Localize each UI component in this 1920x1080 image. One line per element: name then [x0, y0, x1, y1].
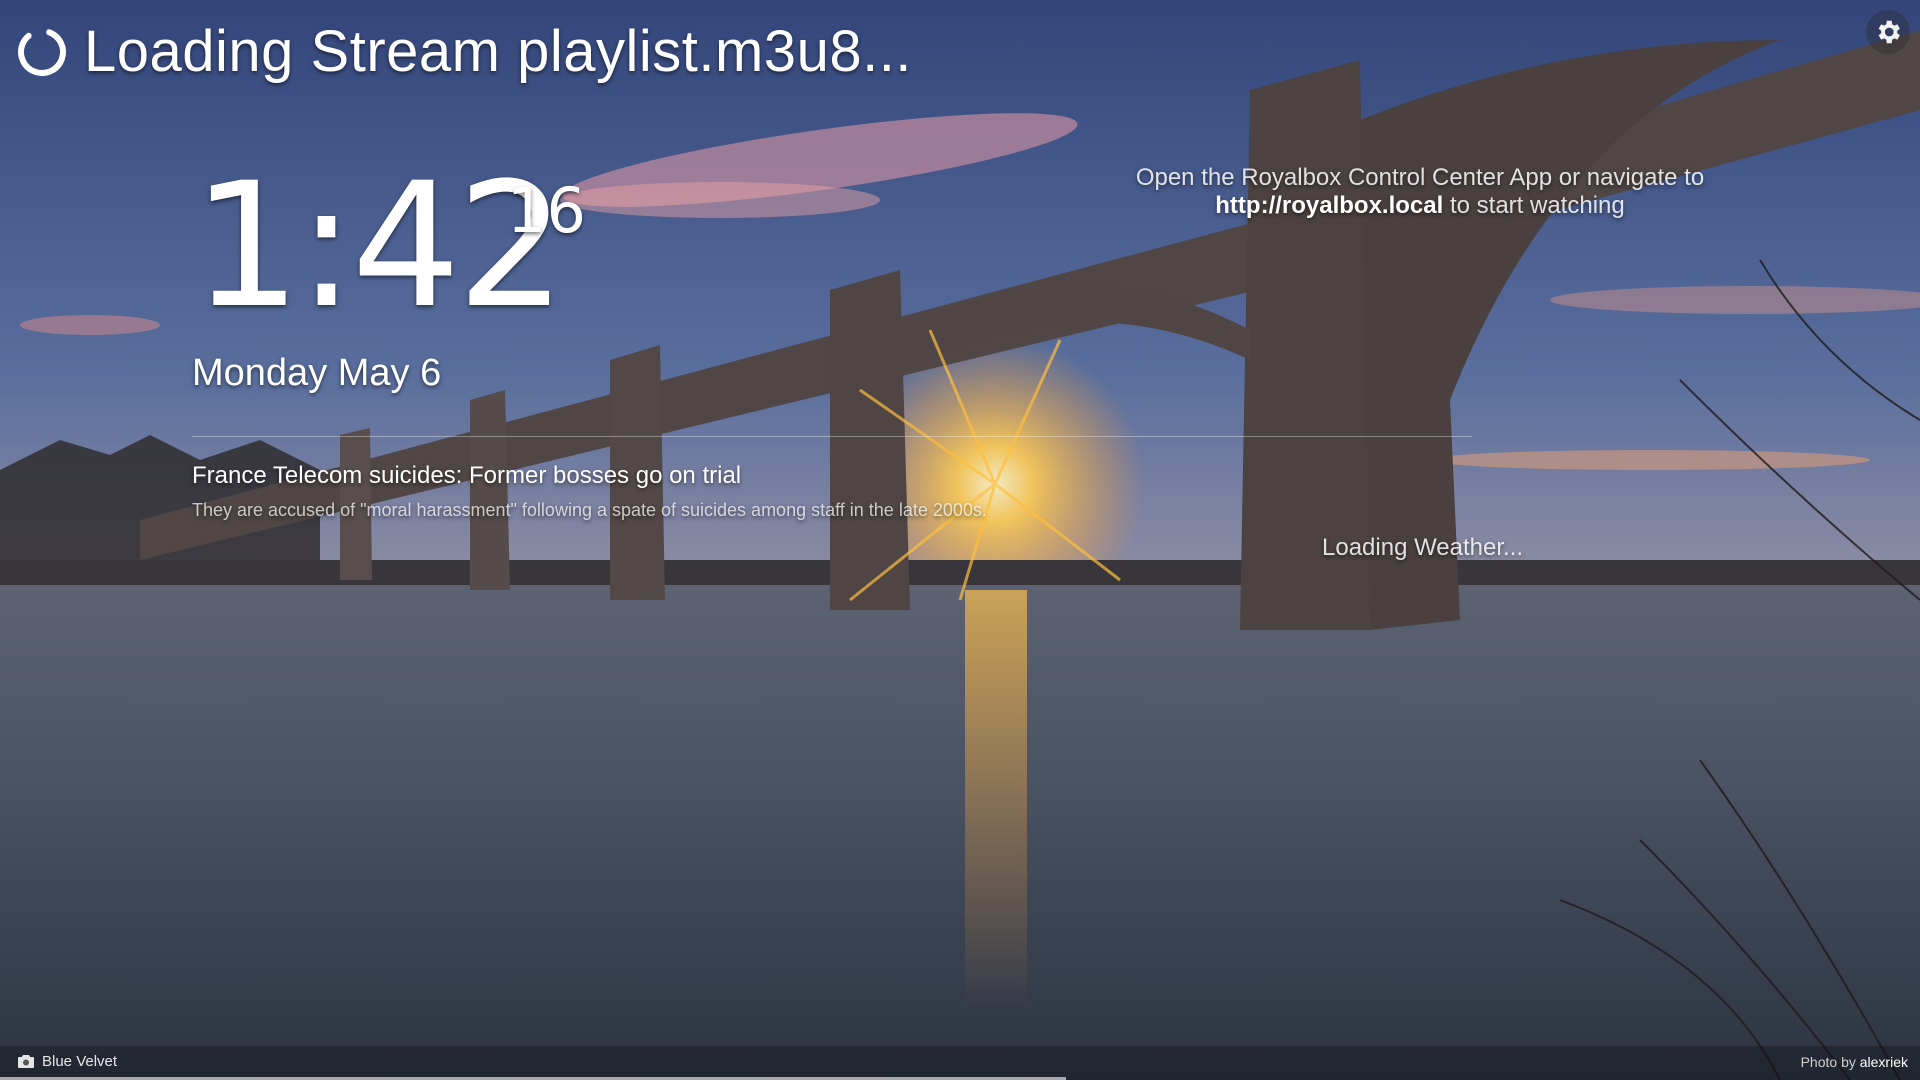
clock: 1:42 16: [192, 160, 586, 332]
instructions-line2: http://royalbox.local to start watching: [1100, 192, 1740, 220]
spinner-icon: [18, 27, 66, 76]
weather-status: Loading Weather...: [1322, 534, 1524, 561]
background-name: Blue Velvet: [42, 1053, 118, 1070]
news-summary: They are accused of "moral harassment" f…: [192, 500, 987, 520]
divider: [192, 436, 1472, 437]
news-headline: France Telecom suicides: Former bosses g…: [192, 462, 742, 489]
photo-credit: Photo by alexriek: [1801, 1054, 1908, 1070]
connect-instructions: Open the Royalbox Control Center App or …: [1100, 164, 1740, 220]
background-info: Blue Velvet: [18, 1053, 117, 1070]
screensaver-stage: Loading Stream playlist.m3u8... 1:42 16 …: [0, 0, 1920, 1080]
stream-loading-status: Loading Stream playlist.m3u8...: [14, 18, 912, 85]
credit-prefix: Photo by: [1800, 1054, 1856, 1070]
settings-button[interactable]: [1866, 10, 1910, 54]
royalbox-link[interactable]: http://royalbox.local: [1215, 192, 1443, 219]
camera-icon: [18, 1055, 34, 1068]
date-label: Monday May 6: [192, 352, 442, 394]
loading-text: Loading Stream playlist.m3u8...: [84, 19, 912, 84]
footer-bar: Blue Velvet Photo by alexriek: [0, 1046, 1920, 1080]
instructions-line1: Open the Royalbox Control Center App or …: [1135, 164, 1705, 191]
instructions-suffix: to start watching: [1443, 192, 1625, 219]
credit-author[interactable]: alexriek: [1860, 1054, 1908, 1070]
gear-icon: [1878, 20, 1900, 44]
clock-seconds: 16: [507, 174, 586, 247]
